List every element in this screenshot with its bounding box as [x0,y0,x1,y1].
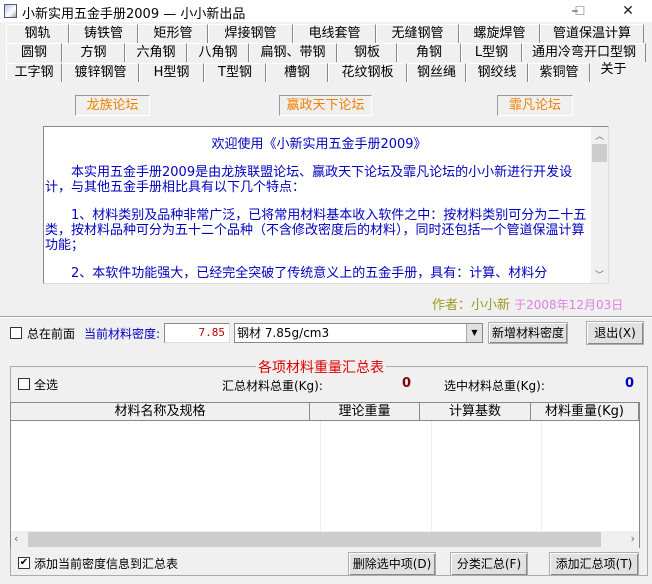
vertical-scrollbar[interactable]: ︿ ﹀ [591,127,608,283]
tab-t-steel[interactable]: T型钢 [204,63,266,82]
app-icon [4,4,17,18]
window-title: 小新实用五金手册2009 — 小小新出品 [22,7,246,22]
link-longzu-forum[interactable]: 龙族论坛 [75,95,150,116]
tab-cold-formed-steel[interactable]: 通用冷弯开口型钢 [522,43,646,62]
tab-cast-iron-pipe[interactable]: 铸铁管 [69,24,138,43]
tab-checkered-plate[interactable]: 花纹钢板 [328,63,407,82]
tab-copper-pipe[interactable]: 紫铜管 [528,63,590,82]
about-paragraph: 1、材料类别及品种非常广泛，已将常用材料基本收入软件之中：按材料类别可分为二十五… [45,208,587,253]
tab-pipe-insulation[interactable]: 管道保温计算 [540,24,644,43]
tab-channel-steel[interactable]: 槽钢 [266,63,328,82]
always-on-top-checkbox[interactable] [10,327,22,339]
always-on-top-label: 总在前面 [27,327,76,341]
tab-about[interactable]: 关于 [590,61,636,82]
tab-conduit[interactable]: 电线套管 [293,24,376,43]
tab-rect-pipe[interactable]: 矩形管 [138,24,208,43]
title-bar: 小新实用五金手册2009 — 小小新出品 – ☐ ✕ [0,0,652,22]
density-label: 当前材料密度: [84,327,161,341]
scroll-up-icon[interactable]: ︿ [595,129,604,142]
scroll-right-icon[interactable]: › [631,532,635,545]
tab-square-steel[interactable]: 方钢 [62,43,125,62]
author-name: 作者：小小新 [432,298,511,313]
scroll-down-icon[interactable]: ﹀ [595,268,604,281]
maximize-button[interactable]: ☐ [560,0,600,22]
add-density-button[interactable]: 新增材料密度 [488,322,568,344]
divider [0,316,652,318]
about-text-box[interactable]: 欢迎使用《小新实用五金手册2009》 本实用五金手册2009是由龙族联盟论坛、赢… [43,126,609,284]
summary-table[interactable]: 材料名称及规格 理论重量 计算基数 材料重量(Kg) ‹ › [10,402,640,548]
close-button[interactable]: ✕ [608,0,648,22]
select-all-label: 全选 [34,378,59,392]
summary-title: 各项材料重量汇总表 [256,357,386,377]
categorize-button[interactable]: 分类汇总(F) [450,552,528,576]
material-select[interactable]: 钢材 7.85g/cm3 ▼ [234,323,483,343]
tab-row-3: 工字钢 镀锌钢管 H型钢 T型钢 槽钢 花纹钢板 钢丝绳 钢绞线 紫铜管 关于 [6,61,650,82]
tab-strand[interactable]: 钢绞线 [466,63,528,82]
about-paragraph: 2、本软件功能强大，已经完全突破了传统意义上的五金手册，具有：计算、材料分 [71,266,548,281]
tab-angle-steel[interactable]: 角钢 [397,43,461,62]
column-header-base[interactable]: 计算基数 [420,403,531,421]
tab-h-steel[interactable]: H型钢 [139,63,204,82]
about-paragraph: 本实用五金手册2009是由龙族联盟论坛、赢政天下论坛及霏凡论坛的小小新进行开发设… [45,165,573,195]
scroll-left-icon[interactable]: ‹ [14,532,18,545]
chevron-down-icon[interactable]: ▼ [466,324,482,342]
exit-button[interactable]: 退出(X) [586,321,644,345]
link-feifan-forum[interactable]: 霏凡论坛 [497,95,573,116]
tab-hex-steel[interactable]: 六角钢 [125,43,187,62]
total-weight-value: 0 [402,376,412,391]
tab-flat-steel[interactable]: 扁钢、带钢 [249,43,337,62]
tab-spiral-pipe[interactable]: 螺旋焊管 [459,24,540,43]
add-density-info-label: 添加当前密度信息到汇总表 [34,557,179,571]
tab-welded-pipe[interactable]: 焊接钢管 [208,24,293,43]
add-density-info-checkbox[interactable]: ✔ [18,557,30,569]
tab-octagon-steel[interactable]: 八角钢 [187,43,249,62]
tab-rail[interactable]: 钢轨 [6,24,69,43]
scroll-thumb[interactable] [28,532,601,547]
tab-round-steel[interactable]: 圆钢 [6,43,62,62]
total-weight-label: 汇总材料总重(Kg): [222,379,323,393]
scroll-thumb[interactable] [592,144,607,162]
material-select-value: 钢材 7.85g/cm3 [237,326,330,340]
select-all-checkbox[interactable] [18,378,30,390]
tab-row-2: 圆钢 方钢 六角钢 八角钢 扁钢、带钢 钢板 角钢 L型钢 通用冷弯开口型钢 [6,43,650,62]
about-heading: 欢迎使用《小新实用五金手册2009》 [211,137,427,152]
tab-row-1: 钢轨 铸铁管 矩形管 焊接钢管 电线套管 无缝钢管 螺旋焊管 管道保温计算 [6,24,650,43]
tab-seamless-pipe[interactable]: 无缝钢管 [376,24,459,43]
selected-weight-value: 0 [625,376,635,391]
column-header-theoretical-weight[interactable]: 理论重量 [310,403,420,421]
density-input[interactable]: 7.85 [164,323,230,343]
horizontal-scrollbar[interactable]: ‹ › [11,531,639,548]
link-yingzheng-forum[interactable]: 赢政天下论坛 [279,95,372,116]
tab-wire-rope[interactable]: 钢丝绳 [407,63,466,82]
tab-steel-plate[interactable]: 钢板 [337,43,397,62]
tab-i-beam[interactable]: 工字钢 [6,63,62,82]
selected-weight-label: 选中材料总重(Kg): [444,379,545,393]
add-item-button[interactable]: 添加汇总项(T) [549,552,639,576]
column-header-name[interactable]: 材料名称及规格 [11,403,310,421]
column-header-material-weight[interactable]: 材料重量(Kg) [531,403,639,421]
tab-l-steel[interactable]: L型钢 [461,43,522,62]
tab-galvanized-pipe[interactable]: 镀锌钢管 [62,63,139,82]
author-line: 作者：小小新 于2008年12月03日 [432,294,623,313]
author-date: 于2008年12月03日 [514,298,624,312]
delete-selected-button[interactable]: 删除选中项(D) [348,552,436,576]
